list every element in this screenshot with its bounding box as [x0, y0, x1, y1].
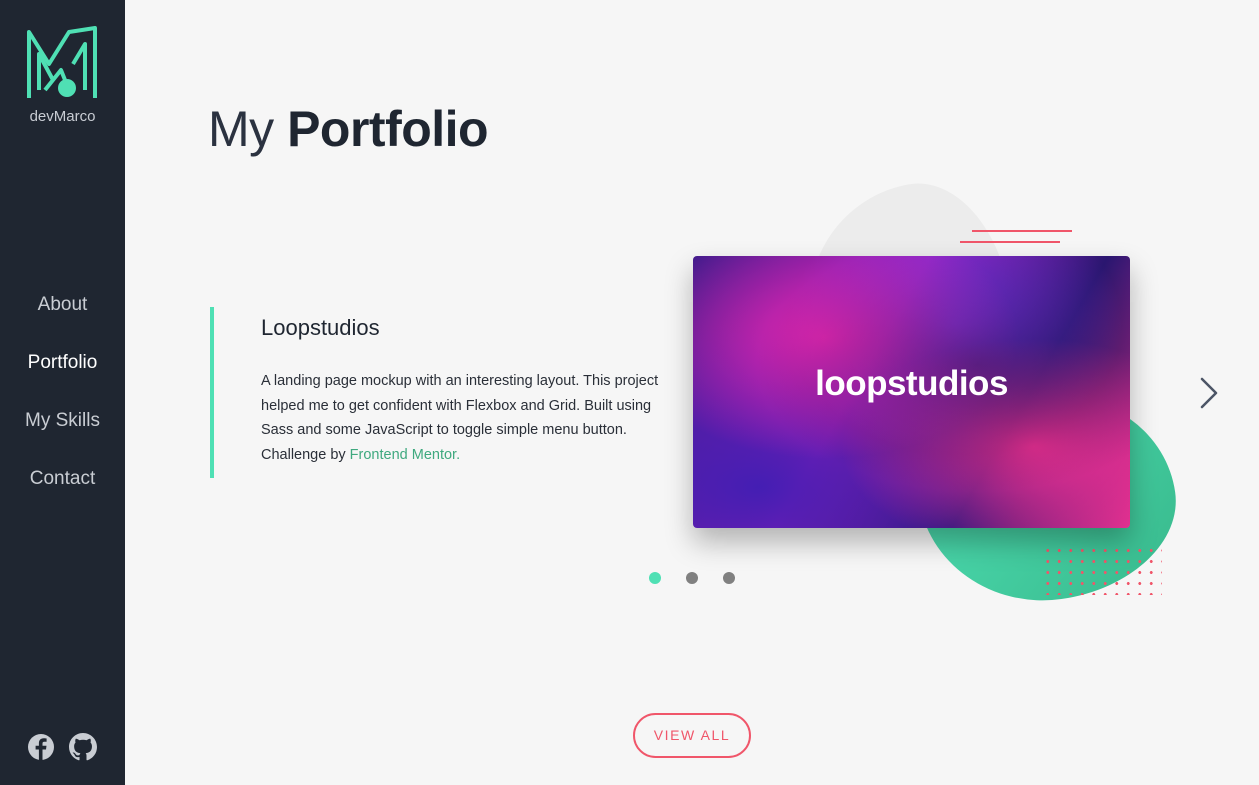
carousel-pager — [649, 572, 741, 584]
main-nav: About Portfolio My Skills Contact — [0, 290, 125, 522]
social-links — [27, 733, 101, 761]
page-title: My Portfolio — [208, 100, 489, 158]
preview-logo-text: loopstudios — [815, 364, 1008, 403]
project-preview-image[interactable]: loopstudios — [693, 256, 1130, 528]
github-icon[interactable] — [69, 733, 97, 761]
chevron-right-icon[interactable] — [1196, 376, 1224, 410]
nav-item-portfolio[interactable]: Portfolio — [0, 348, 125, 406]
project-info: Loopstudios A landing page mockup with a… — [210, 307, 670, 478]
decorative-lines — [960, 228, 1075, 246]
accent-bar — [210, 307, 214, 478]
page-title-bold: Portfolio — [287, 101, 489, 157]
view-all-button[interactable]: VIEW ALL — [633, 713, 751, 758]
brand-name: devMarco — [29, 108, 96, 125]
page-title-light: My — [208, 101, 274, 157]
project-visual: loopstudios — [680, 170, 1200, 620]
decorative-dots — [1042, 545, 1162, 595]
carousel-dot-1[interactable] — [649, 572, 661, 584]
frontend-mentor-link[interactable]: Frontend Mentor. — [350, 447, 460, 463]
nav-item-about[interactable]: About — [0, 290, 125, 348]
dm-logo-icon[interactable] — [25, 24, 99, 100]
nav-item-my-skills[interactable]: My Skills — [0, 406, 125, 464]
carousel-dot-3[interactable] — [723, 572, 735, 584]
carousel-dot-2[interactable] — [686, 572, 698, 584]
nav-item-contact[interactable]: Contact — [0, 464, 125, 522]
facebook-icon[interactable] — [27, 733, 55, 761]
sidebar: devMarco About Portfolio My Skills Conta… — [0, 0, 125, 785]
project-title: Loopstudios — [261, 315, 380, 340]
project-description: A landing page mockup with an interestin… — [261, 369, 671, 467]
